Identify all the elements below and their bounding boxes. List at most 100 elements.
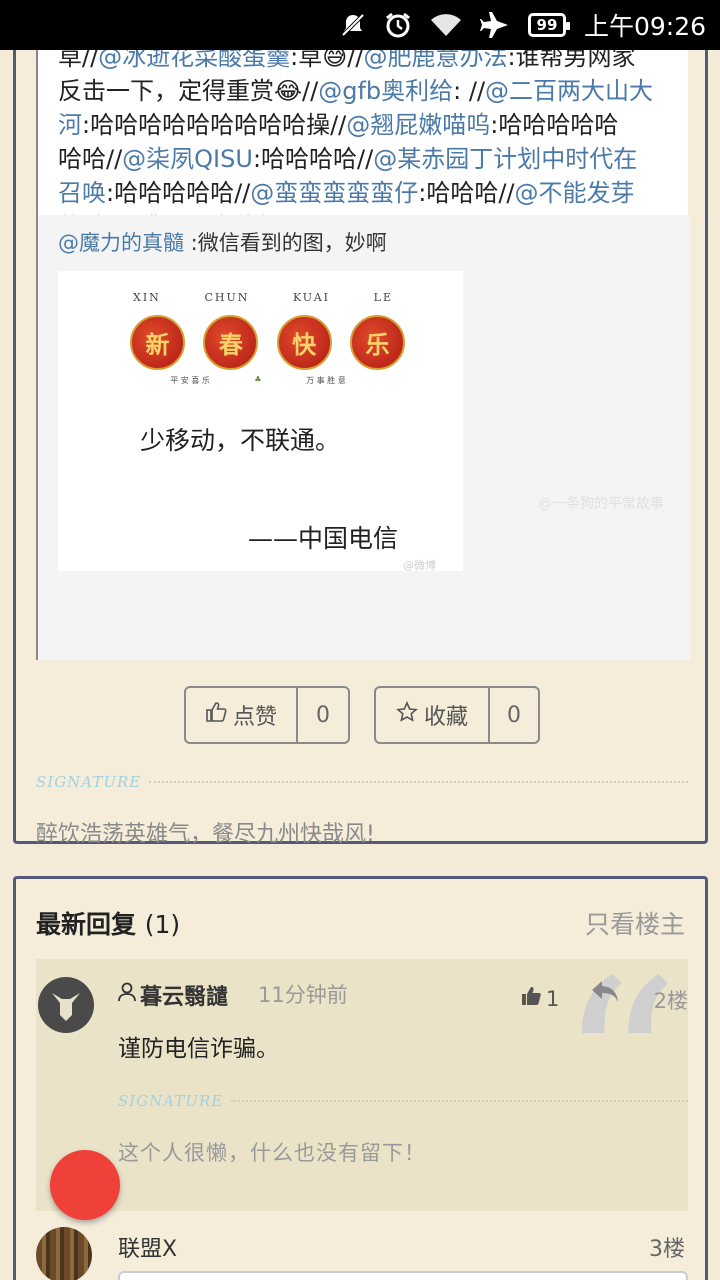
- post-image[interactable]: XIN CHUN KUAI LE 新 春 快 乐 平 安 喜 乐 ♣ 万 事 胜…: [58, 271, 463, 572]
- user-mention-link[interactable]: 河: [58, 111, 82, 139]
- airplane-icon: [479, 10, 510, 40]
- comment-text: :微信看到的图，妙啊: [184, 231, 387, 255]
- replies-title: 最新回复 (1): [36, 905, 180, 941]
- forwarded-quote: 草//@冰逝花菜酸蛋羹:草😅//@肥鹿意办法:谁帮男网家 反击一下，定得重赏😂//…: [36, 50, 690, 660]
- reply-floor: 3楼: [649, 1237, 685, 1262]
- battery-indicator: 99: [527, 13, 570, 37]
- dotted-divider: [231, 1100, 688, 1102]
- user-mention-link[interactable]: @冰逝花菜酸蛋羹: [98, 50, 290, 71]
- favorite-button-group[interactable]: 收藏 0: [374, 686, 540, 744]
- dotted-divider: [149, 781, 688, 783]
- image-small-right: 万 事 胜 意: [306, 376, 346, 385]
- favorite-button[interactable]: 收藏: [376, 688, 490, 742]
- image-watermark-left: @微博: [403, 559, 436, 572]
- signature-text: 醉饮浩荡英雄气，餐尽九州快哉风!: [36, 822, 375, 847]
- avatar[interactable]: [36, 1227, 92, 1280]
- quote-line: 反击一下，定得重赏😂//@gfb奥利给: //@二百两大山大: [58, 74, 678, 108]
- quote-segment: 哈哈//: [58, 145, 123, 173]
- reply-signature-text: 这个人很懒，什么也没有留下！: [118, 1141, 426, 1165]
- only-host-toggle[interactable]: 只看楼主: [585, 905, 685, 941]
- comment-block: @魔力的真髓 :微信看到的图，妙啊 XIN CHUN KUAI LE 新 春 快…: [38, 215, 690, 660]
- signature-divider: SIGNATURE: [36, 770, 688, 794]
- reply-arrow-icon[interactable]: [590, 979, 620, 1012]
- favorite-count: 0: [507, 702, 521, 728]
- reply-username-text: 暮云翳譴: [140, 985, 229, 1010]
- image-seal-char: 快: [276, 315, 332, 370]
- replies-count: (1): [144, 910, 181, 939]
- status-bar: 99 上午09:26: [0, 0, 720, 50]
- user-mention-link[interactable]: @蛮蛮蛮蛮蛮仔: [250, 179, 418, 207]
- user-mention-link[interactable]: @二百两大山大: [485, 77, 653, 105]
- image-signature: ——中国电信: [248, 524, 399, 553]
- user-mention-link[interactable]: 召唤: [58, 179, 106, 207]
- quote-segment: :哈哈哈哈哈哈哈哈哈操//: [82, 111, 347, 139]
- quote-line: 哈哈//@柒夙QISU:哈哈哈哈//@某赤园丁计划中时代在: [58, 142, 678, 176]
- user-mention-link[interactable]: @翘屁嫩喵呜: [346, 111, 490, 139]
- quote-segment: 反击一下，定得重赏😂//: [58, 77, 319, 105]
- comment-user-link[interactable]: @魔力的真髓: [58, 231, 184, 255]
- star-icon: [396, 701, 418, 729]
- signature-tag: SIGNATURE: [36, 773, 142, 791]
- user-mention-link[interactable]: @gfb奥利给: [318, 77, 453, 105]
- like-button[interactable]: 点赞: [186, 688, 298, 742]
- quote-segment: :谁帮男网家: [507, 50, 636, 71]
- favorite-label: 收藏: [423, 705, 468, 730]
- mute-icon: [340, 12, 366, 38]
- quote-segment: 草//: [58, 50, 99, 71]
- user-mention-link[interactable]: @不能发芽: [515, 179, 635, 207]
- reply-like-button[interactable]: 1: [520, 985, 559, 1012]
- reply-item: “ 暮云翳譴 11分钟前 1 2楼 谨防电信诈骗。 SIGNATURE 这个人很…: [36, 959, 688, 1211]
- image-seal-char: 春: [203, 315, 259, 370]
- floating-action-button[interactable]: [50, 1150, 120, 1220]
- quote-segment: :哈哈哈//: [418, 179, 515, 207]
- quote-segment: :哈哈哈哈哈//: [106, 179, 251, 207]
- latest-replies-card: 最新回复 (1) 只看楼主 “ 暮云翳譴 11分钟前 1 2楼 谨防电信诈骗。 …: [13, 876, 708, 1280]
- image-seal-char: 新: [130, 315, 185, 370]
- reply-time: 11分钟前: [258, 983, 348, 1007]
- image-watermark-right: @一条狗的平常故事: [538, 496, 664, 512]
- wifi-icon: [430, 12, 462, 38]
- leaf-icon: ♣: [254, 375, 262, 384]
- image-main-text: 少移动，不联通。: [140, 426, 341, 455]
- image-pinyin: LE: [373, 291, 393, 304]
- image-pinyin: XIN: [133, 291, 161, 304]
- thumbs-up-icon: [520, 985, 542, 1012]
- image-pinyin-row: XIN CHUN KUAI LE: [133, 291, 393, 304]
- quote-line: 河:哈哈哈哈哈哈哈哈哈操//@翘屁嫩喵呜:哈哈哈哈哈: [58, 108, 678, 142]
- quote-segment: :草😅//: [290, 50, 364, 71]
- clock: 上午09:26: [583, 12, 706, 41]
- image-pinyin: KUAI: [292, 291, 331, 304]
- comment-line: @魔力的真髓 :微信看到的图，妙啊: [58, 227, 387, 257]
- reply-content-box: [118, 1271, 688, 1280]
- like-count: 0: [316, 702, 330, 728]
- quote-segment: : //: [453, 77, 486, 105]
- post-card: 草//@冰逝花菜酸蛋羹:草😅//@肥鹿意办法:谁帮男网家 反击一下，定得重赏😂//…: [13, 50, 708, 847]
- replies-title-text: 最新回复: [36, 910, 137, 939]
- quote-segment: :哈哈哈哈//: [252, 145, 374, 173]
- image-small-left: 平 安 喜 乐: [170, 376, 210, 385]
- quote-line: 召唤:哈哈哈哈哈//@蛮蛮蛮蛮蛮仔:哈哈哈//@不能发芽: [58, 176, 678, 210]
- user-mention-link[interactable]: @柒夙QISU: [122, 145, 253, 173]
- reply-like-count: 1: [546, 986, 560, 1011]
- user-mention-link[interactable]: @某赤园丁计划中时代在: [373, 145, 637, 173]
- alarm-icon: [384, 11, 412, 39]
- reply-username[interactable]: 联盟X: [118, 1231, 177, 1263]
- signature-tag: SIGNATURE: [118, 1092, 224, 1110]
- page: 草//@冰逝花菜酸蛋羹:草😅//@肥鹿意办法:谁帮男网家 反击一下，定得重赏😂//…: [0, 50, 720, 1280]
- user-mention-link[interactable]: @肥鹿意办法: [363, 50, 507, 71]
- reply-floor: 2楼: [653, 989, 688, 1013]
- like-label: 点赞: [232, 705, 277, 730]
- user-icon: [118, 982, 136, 1008]
- avatar[interactable]: [38, 977, 94, 1033]
- image-red-seals: 新 春 快 乐: [130, 315, 405, 370]
- reply-username[interactable]: 暮云翳譴: [118, 979, 228, 1011]
- image-small-text: 平 安 喜 乐 ♣ 万 事 胜 意: [148, 375, 368, 386]
- image-pinyin: CHUN: [204, 291, 250, 304]
- image-seal-char: 乐: [349, 315, 405, 370]
- reply-text: 谨防电信诈骗。: [118, 1036, 279, 1062]
- quote-segment: :哈哈哈哈哈: [490, 111, 619, 139]
- thumbs-up-icon: [205, 701, 227, 729]
- like-button-group[interactable]: 点赞 0: [184, 686, 350, 744]
- reply-signature-divider: SIGNATURE: [118, 1089, 688, 1113]
- quote-line: 草//@冰逝花菜酸蛋羹:草😅//@肥鹿意办法:谁帮男网家: [58, 50, 678, 74]
